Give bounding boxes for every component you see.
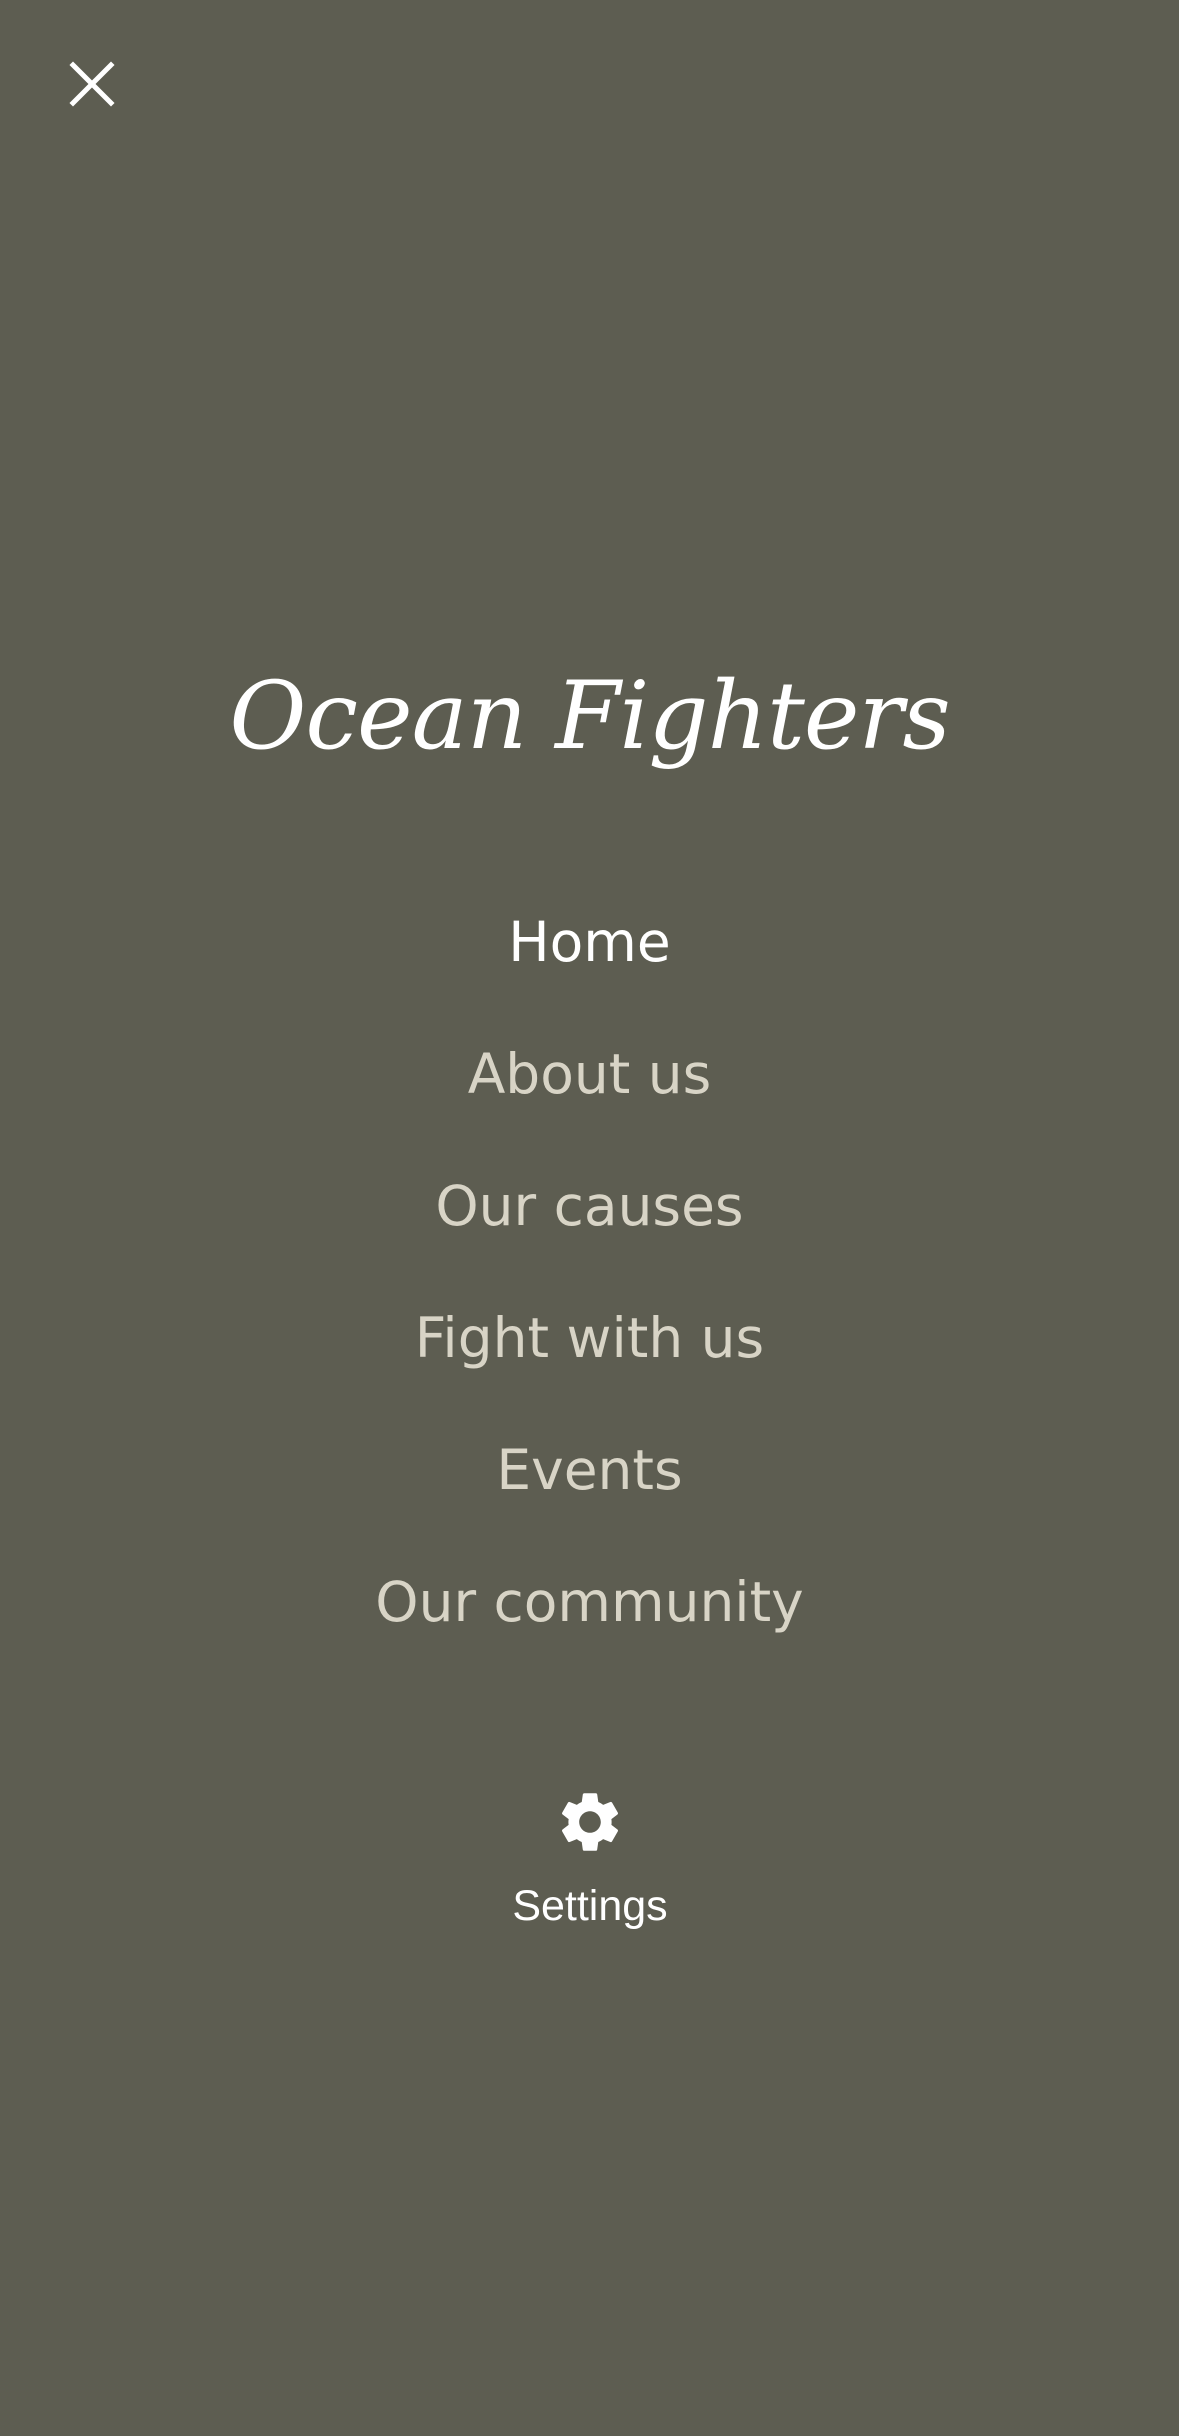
nav-item-fight-with-us[interactable]: Fight with us — [0, 1272, 1179, 1404]
nav-item-about-us[interactable]: About us — [0, 1008, 1179, 1140]
brand-title: Ocean Fighters — [229, 662, 950, 771]
nav-item-events[interactable]: Events — [0, 1404, 1179, 1536]
nav-item-our-community[interactable]: Our community — [0, 1536, 1179, 1668]
navigation-menu: Ocean Fighters Home About us Our causes … — [0, 0, 1179, 2436]
gear-icon — [561, 1793, 619, 1851]
nav-menu: Home About us Our causes Fight with us E… — [0, 876, 1179, 1668]
close-menu-button[interactable] — [48, 40, 136, 128]
settings-label: Settings — [512, 1882, 668, 1930]
close-icon — [69, 61, 115, 107]
settings-button[interactable]: Settings — [440, 1786, 740, 1966]
nav-item-our-causes[interactable]: Our causes — [0, 1140, 1179, 1272]
nav-item-home[interactable]: Home — [0, 876, 1179, 1008]
